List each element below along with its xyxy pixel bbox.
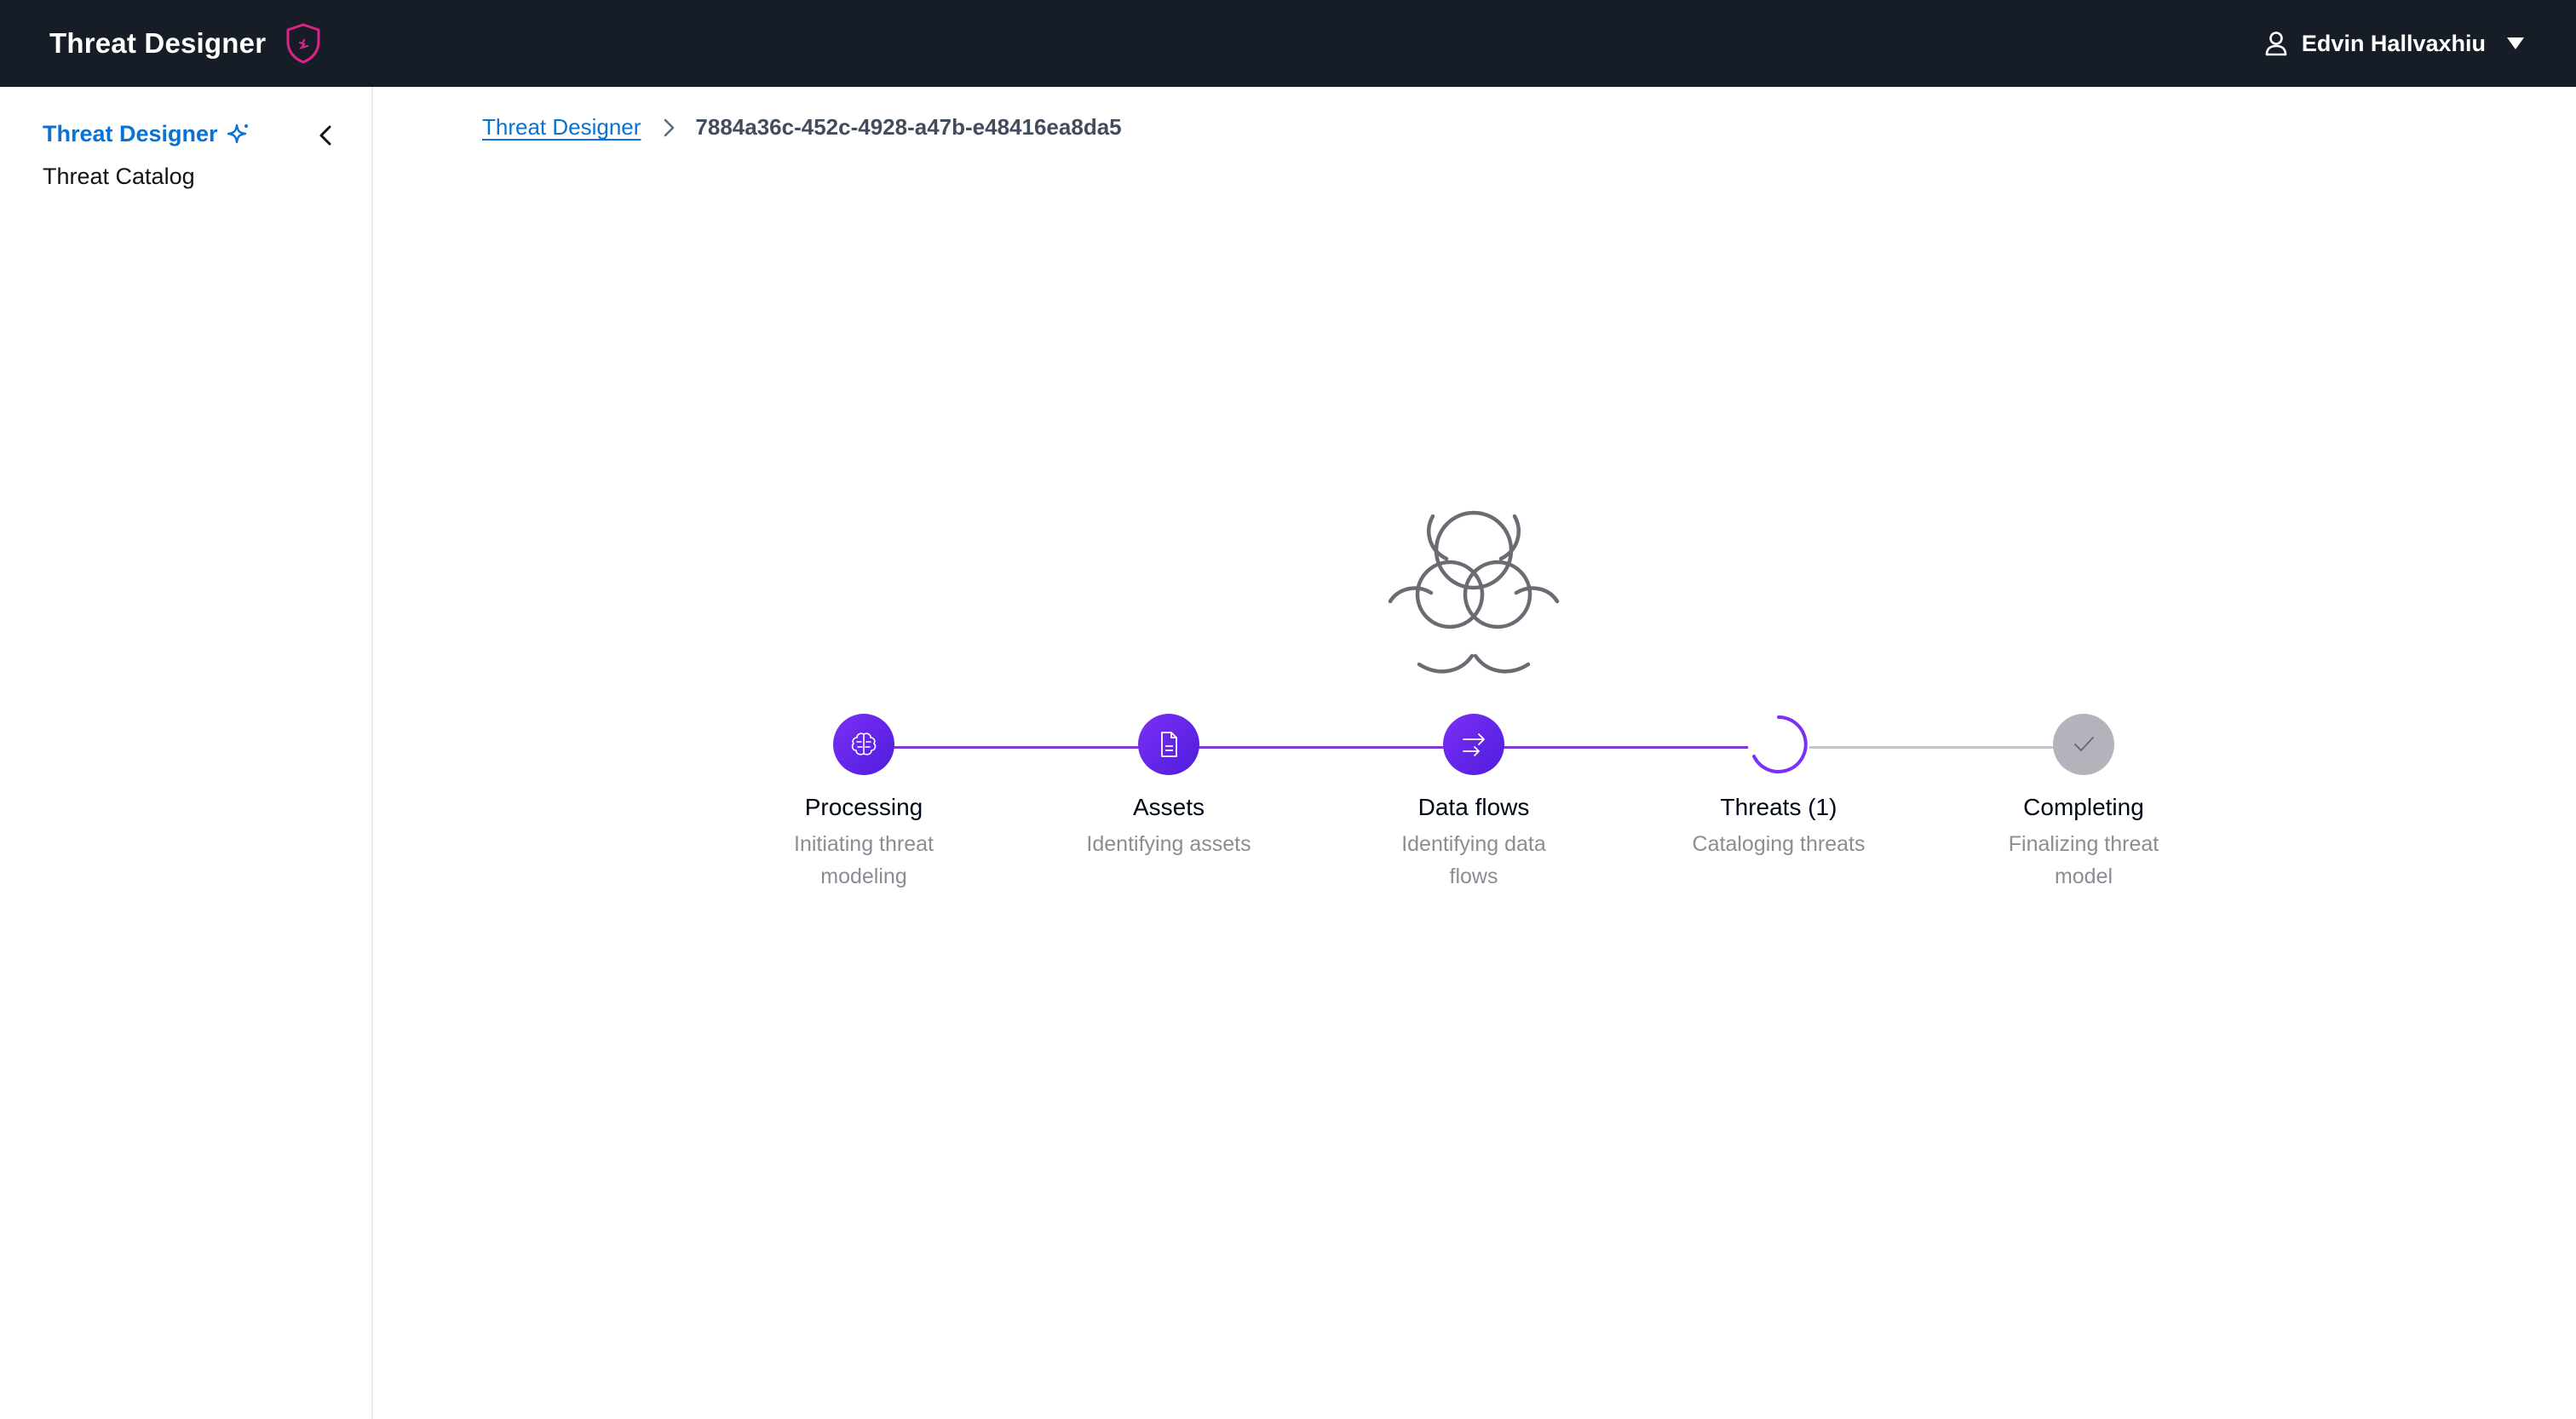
check-icon: [2067, 727, 2101, 761]
step-assets: Assets Identifying assets: [1058, 714, 1279, 860]
user-menu[interactable]: Edvin Hallvaxhiu: [2261, 28, 2527, 59]
step-completing: Completing Finalizing threat model: [1973, 714, 2194, 893]
chevron-right-icon: [658, 117, 680, 139]
spinner-icon: [1748, 714, 1809, 775]
document-icon: [1152, 727, 1186, 761]
step-title: Data flows: [1417, 794, 1530, 820]
step-node: [2053, 714, 2114, 775]
step-node: [833, 714, 894, 775]
step-title: Completing: [2023, 794, 2144, 820]
sidebar-item-threat-catalog[interactable]: Threat Catalog: [43, 164, 195, 190]
step-title: Threats (1): [1720, 794, 1837, 820]
step-data-flows: Data flows Identifying data flows: [1363, 714, 1584, 893]
step-title: Processing: [804, 794, 923, 820]
sidebar-item-threat-designer[interactable]: Threat Designer: [43, 121, 250, 147]
step-node: [1138, 714, 1199, 775]
collapse-sidebar-button[interactable]: [312, 121, 341, 150]
step-subtitle: Identifying data flows: [1401, 832, 1546, 888]
step-subtitle: Initiating threat modeling: [794, 832, 934, 888]
step-subtitle: Cataloging threats: [1692, 832, 1866, 856]
sparkle-icon: [225, 122, 250, 147]
breadcrumb-root-link[interactable]: Threat Designer: [482, 114, 641, 141]
step-title: Assets: [1132, 794, 1205, 820]
biohazard-icon: [1387, 506, 1561, 676]
step-subtitle: Identifying assets: [1086, 832, 1251, 856]
side-navigation: Threat Designer Threat Catalog: [0, 87, 373, 1419]
step-node: [1748, 714, 1809, 775]
step-threats: Threats (1) Cataloging threats: [1668, 714, 1889, 860]
user-icon: [2261, 28, 2291, 59]
brain-icon: [847, 727, 881, 761]
chevron-left-icon: [312, 121, 341, 150]
step-node: [1443, 714, 1504, 775]
sidebar-item-label[interactable]: Threat Designer: [43, 121, 218, 147]
step-subtitle: Finalizing threat model: [2008, 832, 2159, 888]
top-navigation: Threat Designer Edvin Hallvaxhiu: [0, 0, 2576, 87]
arrows-icon: [1457, 727, 1491, 761]
step-processing: Processing Initiating threat modeling: [753, 714, 975, 893]
app-title[interactable]: Threat Designer: [49, 27, 266, 60]
breadcrumb-current: 7884a36c-452c-4928-a47b-e48416ea8da5: [695, 114, 1122, 140]
breadcrumb: Threat Designer 7884a36c-452c-4928-a47b-…: [482, 114, 1122, 141]
shield-logo-icon: [281, 21, 325, 66]
user-name[interactable]: Edvin Hallvaxhiu: [2302, 31, 2486, 57]
caret-down-icon[interactable]: [2504, 32, 2527, 55]
brand[interactable]: Threat Designer: [49, 21, 325, 66]
